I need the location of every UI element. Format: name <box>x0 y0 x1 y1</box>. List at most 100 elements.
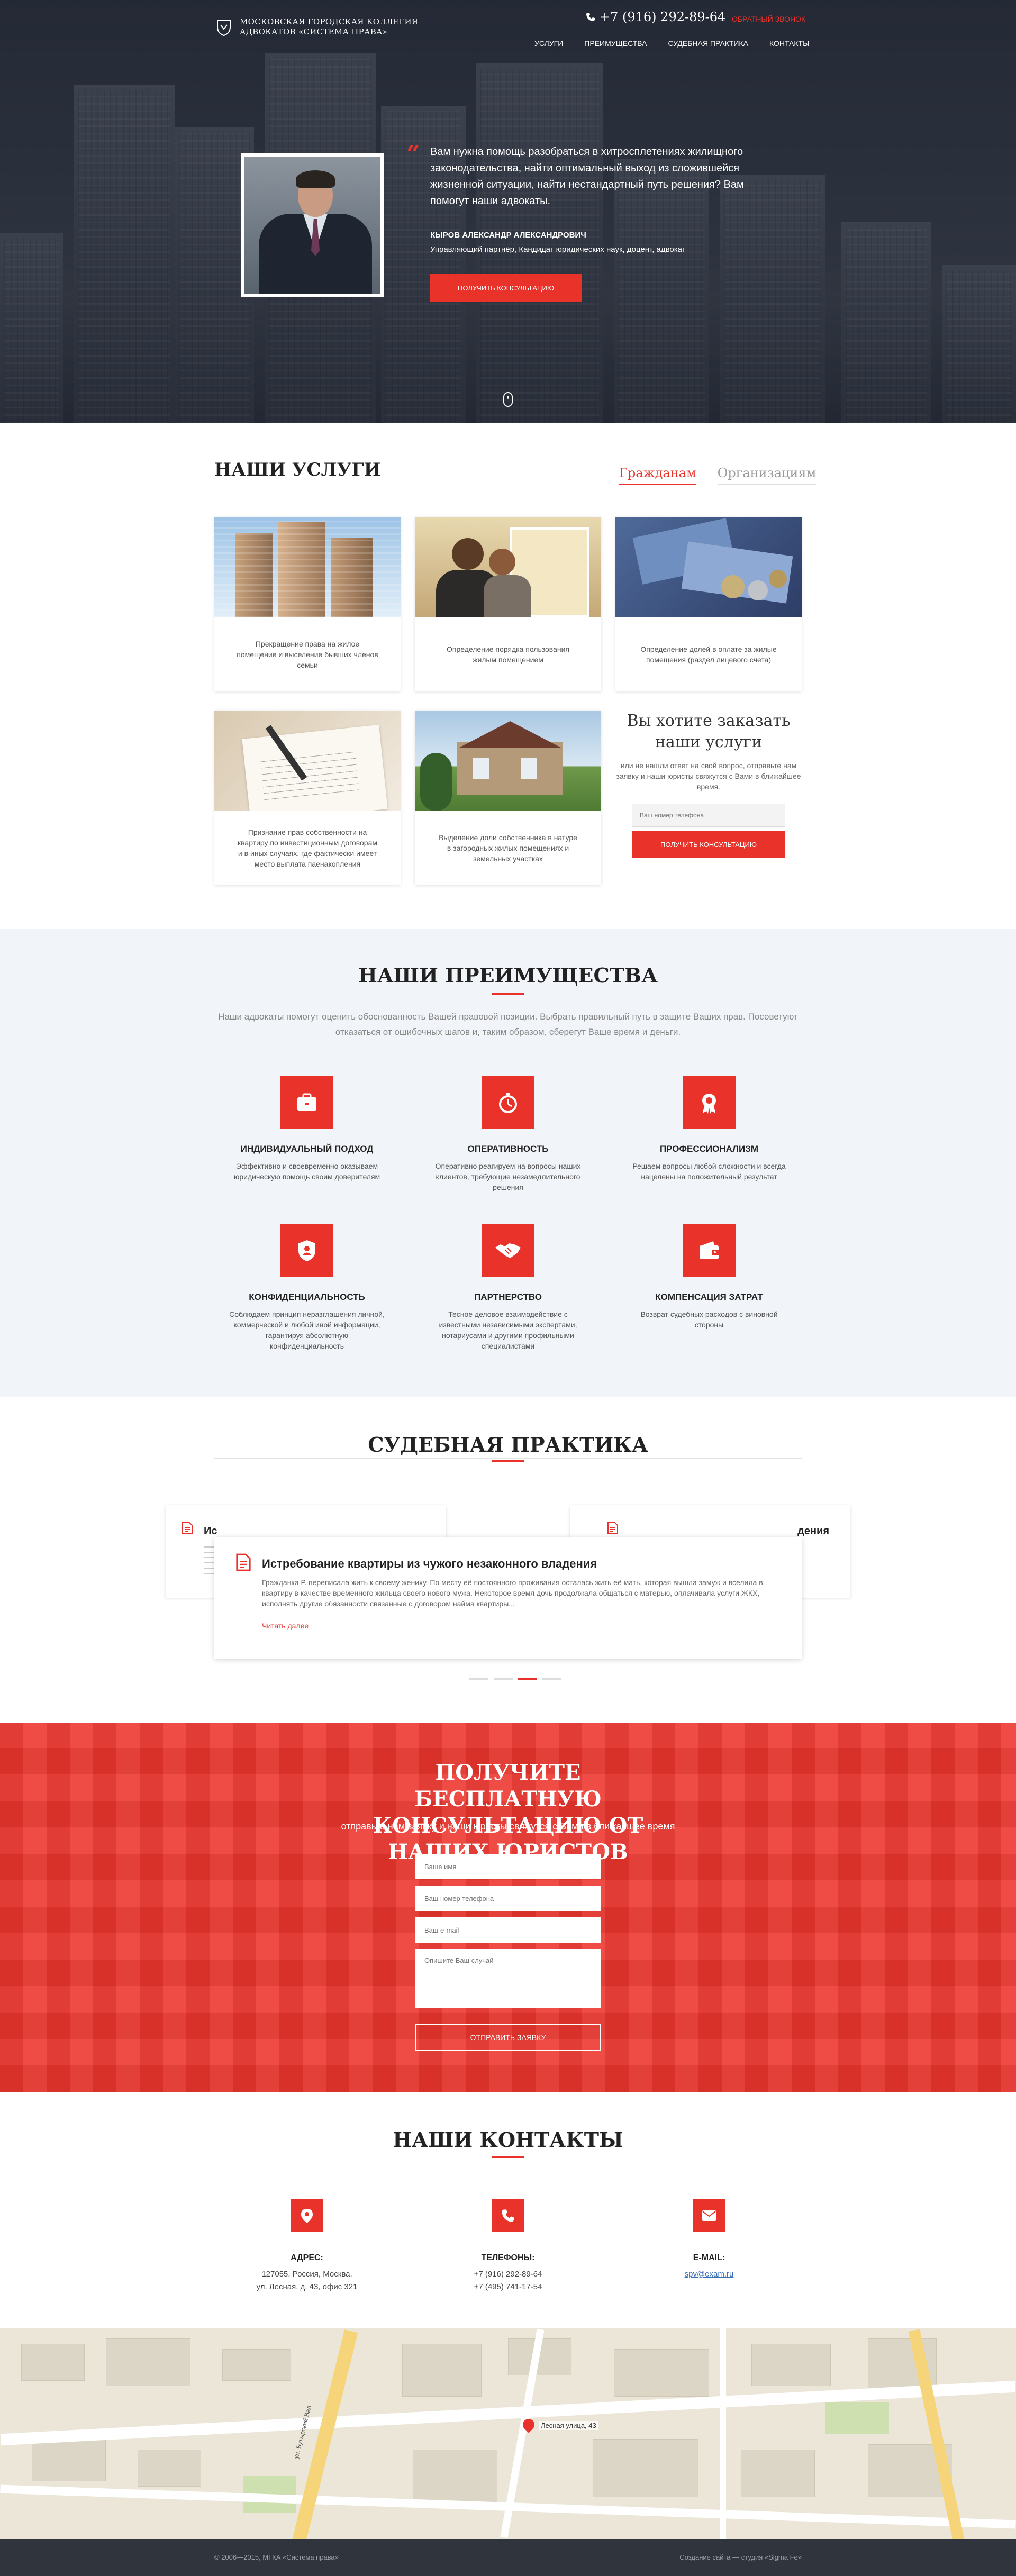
case-title-peek: дения <box>797 1525 829 1537</box>
lawyer-title: Управляющий партнёр, Кандидат юридически… <box>430 245 686 254</box>
advantage-item: ПАРТНЕРСТВО Тесное деловое взаимодействи… <box>429 1224 587 1351</box>
header-phone[interactable]: +7 (916) 292-89-64 <box>586 10 725 24</box>
advantage-item: КОНФИДЕНЦИАЛЬНОСТЬ Соблюдаем принцип нер… <box>228 1224 386 1351</box>
handshake-icon <box>482 1224 534 1277</box>
copyright: © 2006—2015, МГКА «Система права» <box>214 2553 339 2561</box>
nav-contacts[interactable]: КОНТАКТЫ <box>769 39 810 48</box>
title-underline <box>492 993 524 995</box>
advantages-section: НАШИ ПРЕИМУЩЕСТВА Наши адвокаты помогут … <box>0 929 1016 1397</box>
email-link[interactable]: spv@exam.ru <box>685 2270 734 2279</box>
service-card[interactable]: Признание прав собственности на квартиру… <box>214 711 401 885</box>
contact-address: АДРЕС: 127055, Россия, Москва, ул. Лесная… <box>228 2199 386 2293</box>
quote-icon: “ <box>406 141 420 168</box>
service-caption: Определение порядка пользования жилым по… <box>446 645 570 664</box>
services-tabs: Гражданам Организациям <box>619 466 817 485</box>
service-card[interactable]: Определение порядка пользования жилым по… <box>415 517 601 691</box>
advantage-title: ОПЕРАТИВНОСТЬ <box>467 1144 549 1154</box>
address-line: 127055, Россия, Москва, <box>261 2270 352 2279</box>
nav-advantages[interactable]: ПРЕИМУЩЕСТВА <box>584 39 647 48</box>
hero-consult-button[interactable]: ПОЛУЧИТЬ КОНСУЛЬТАЦИЮ <box>430 274 582 302</box>
carousel-dot[interactable] <box>542 1678 561 1680</box>
main-nav: УСЛУГИ ПРЕИМУЩЕСТВА СУДЕБНАЯ ПРАКТИКА КО… <box>534 39 809 48</box>
email-label: E-MAIL: <box>693 2253 725 2262</box>
tab-organizations[interactable]: Организациям <box>717 466 817 485</box>
case-title-peek: Ис <box>204 1525 217 1537</box>
advantage-title: КОНФИДЕНЦИАЛЬНОСТЬ <box>249 1292 365 1302</box>
service-card[interactable]: Выделение доли собственника в натуре в з… <box>415 711 601 885</box>
read-more-link[interactable]: Читать далее <box>262 1622 309 1630</box>
phone-input[interactable] <box>415 1886 601 1911</box>
order-title: Вы хотите заказать наши услуги <box>627 712 791 751</box>
developer-credit[interactable]: Создание сайта — студия «Sigma Fe» <box>679 2553 802 2561</box>
service-card[interactable]: Определение долей в оплате за жилые поме… <box>615 517 802 691</box>
document-icon <box>182 1522 193 1534</box>
document-icon <box>607 1522 618 1534</box>
title-underline <box>492 2156 524 2158</box>
stopwatch-icon <box>482 1076 534 1129</box>
location-pin-icon <box>291 2199 323 2232</box>
emblem-icon <box>217 20 231 37</box>
advantage-title: КОМПЕНСАЦИЯ ЗАТРАТ <box>655 1292 763 1302</box>
advantage-text: Тесное деловое взаимодействие с известны… <box>439 1310 577 1350</box>
consult-title: ПОЛУЧИТЕ БЕСПЛАТНУЮ КОНСУЛЬТАЦИЮ ОТ НАШИ… <box>373 1760 643 1864</box>
service-image <box>214 711 401 811</box>
title-divider <box>214 1458 802 1459</box>
tab-citizens[interactable]: Гражданам <box>619 466 696 485</box>
address-label: АДРЕС: <box>291 2253 323 2262</box>
title-underline <box>492 1460 524 1462</box>
services-title: НАШИ УСЛУГИ <box>214 459 381 480</box>
order-text: или не нашли ответ на свой вопрос, отпра… <box>616 761 801 791</box>
order-phone-input[interactable] <box>632 804 785 827</box>
advantage-title: ПРОФЕССИОНАЛИЗМ <box>659 1144 759 1154</box>
email-input[interactable] <box>415 1917 601 1943</box>
site-footer: © 2006—2015, МГКА «Система права» Создан… <box>0 2539 1016 2576</box>
map-street-label: ул. Бутырский Вал <box>292 2405 313 2460</box>
phone-line[interactable]: +7 (916) 292-89-64 <box>429 2268 587 2281</box>
carousel-dot[interactable] <box>494 1678 513 1680</box>
phone-line[interactable]: +7 (495) 741-17-54 <box>429 2281 587 2293</box>
order-widget: Вы хотите заказать наши услуги или не на… <box>615 711 802 858</box>
phone-icon <box>586 13 595 21</box>
send-request-button[interactable]: ОТПРАВИТЬ ЗАЯВКУ <box>415 2024 601 2051</box>
carousel-dots <box>469 1678 561 1680</box>
scroll-down-icon[interactable] <box>503 392 513 407</box>
advantage-text: Решаем вопросы любой сложности и всегда … <box>632 1162 786 1181</box>
nav-practice[interactable]: СУДЕБНАЯ ПРАКТИКА <box>668 39 748 48</box>
message-textarea[interactable] <box>415 1949 601 2008</box>
consult-subtitle: отправьте нам заявку и наши юристы свяжу… <box>341 1821 675 1832</box>
callback-link[interactable]: ОБРАТНЫЙ ЗВОНОК <box>732 15 805 23</box>
service-caption: Определение долей в оплате за жилые поме… <box>640 645 777 664</box>
nav-services[interactable]: УСЛУГИ <box>534 39 563 48</box>
name-input[interactable] <box>415 1854 601 1879</box>
contact-phones: ТЕЛЕФОНЫ: +7 (916) 292-89-64 +7 (495) 741… <box>429 2199 587 2293</box>
service-image <box>415 711 601 811</box>
lawyer-portrait <box>241 153 384 297</box>
consult-section: ПОЛУЧИТЕ БЕСПЛАТНУЮ КОНСУЛЬТАЦИЮ ОТ НАШИ… <box>0 1723 1016 2092</box>
envelope-icon <box>693 2199 725 2232</box>
carousel-dot[interactable] <box>469 1678 488 1680</box>
service-caption: Выделение доли собственника в натуре в з… <box>439 833 577 863</box>
order-consult-button[interactable]: ПОЛУЧИТЬ КОНСУЛЬТАЦИЮ <box>632 831 785 858</box>
advantage-title: ПАРТНЕРСТВО <box>474 1292 542 1302</box>
advantage-item: ИНДИВИДУАЛЬНЫЙ ПОДХОД Эффективно и своев… <box>228 1076 386 1182</box>
service-image <box>415 517 601 617</box>
award-icon <box>683 1076 736 1129</box>
hero-section: МОСКОВСКАЯ ГОРОДСКАЯ КОЛЛЕГИЯ АДВОКАТОВ … <box>0 0 1016 423</box>
logo-line-2: АДВОКАТОВ «СИСТЕМА ПРАВА» <box>240 27 388 37</box>
service-caption: Прекращение права на жилое помещение и в… <box>237 640 378 669</box>
site-header: МОСКОВСКАЯ ГОРОДСКАЯ КОЛЛЕГИЯ АДВОКАТОВ … <box>0 0 1016 63</box>
wallet-icon <box>683 1224 736 1277</box>
phone-icon <box>492 2199 524 2232</box>
carousel-dot-active[interactable] <box>518 1678 537 1680</box>
map[interactable]: ул. Бутырский Вал <box>0 2328 1016 2539</box>
case-title: Истребование квартиры из чужого незаконн… <box>262 1557 597 1570</box>
case-card-active[interactable]: Истребование квартиры из чужого незаконн… <box>214 1537 802 1659</box>
map-pin-label: Лесная улица, 43 <box>539 2421 598 2430</box>
phones-label: ТЕЛЕФОНЫ: <box>481 2253 535 2262</box>
logo[interactable]: МОСКОВСКАЯ ГОРОДСКАЯ КОЛЛЕГИЯ АДВОКАТОВ … <box>214 17 418 37</box>
phone-number: +7 (916) 292-89-64 <box>600 10 726 24</box>
advantage-text: Возврат судебных расходов с виновной сто… <box>640 1310 778 1329</box>
lawyer-name: КЫРОВ АЛЕКСАНДР АЛЕКСАНДРОВИЧ <box>430 231 586 240</box>
advantage-text: Соблюдаем принцип неразглашения личной, … <box>229 1310 385 1350</box>
service-card[interactable]: Прекращение права на жилое помещение и в… <box>214 517 401 691</box>
